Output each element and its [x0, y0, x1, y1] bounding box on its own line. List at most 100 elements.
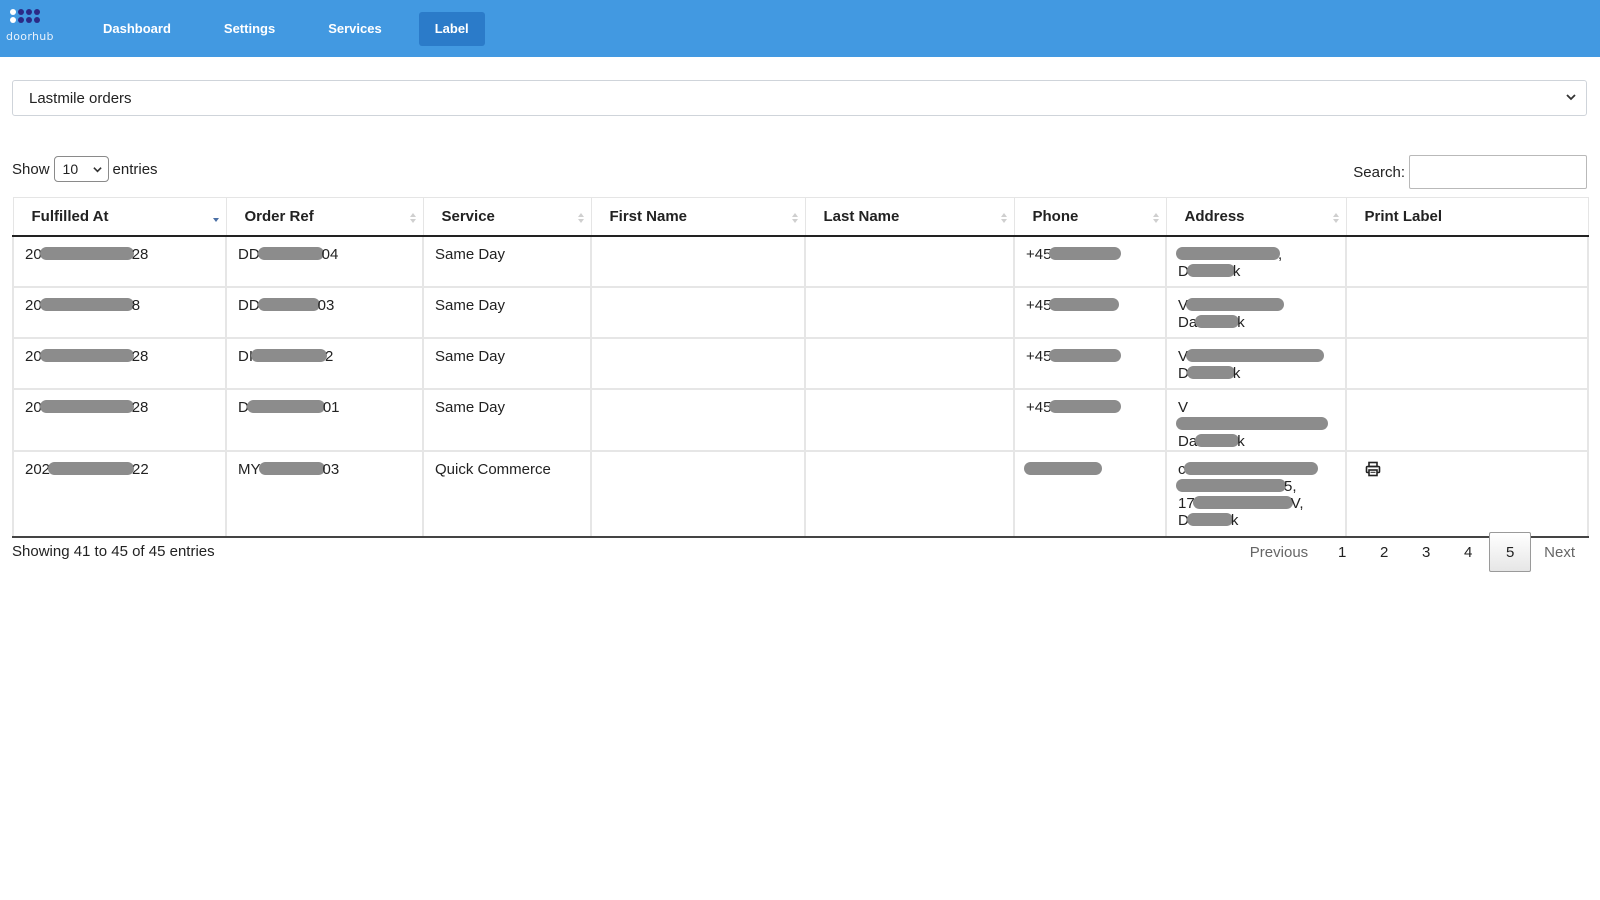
sort-both-icon [791, 213, 798, 223]
redaction-mask [1195, 314, 1240, 328]
search-label: Search: [1353, 163, 1405, 181]
redaction-mask [1186, 365, 1235, 379]
search-input[interactable] [1409, 155, 1587, 189]
cell-address: ,Dk [1165, 235, 1346, 288]
chevron-down-icon [1566, 94, 1576, 101]
top-navbar: doorhub Dashboard Settings Services Labe… [0, 0, 1600, 57]
table-info: Showing 41 to 45 of 45 entries [12, 543, 215, 560]
redaction-mask [1049, 246, 1122, 260]
cell-service: Quick Commerce [422, 450, 591, 538]
cell-fulfilled-at: 20 28 [12, 235, 226, 288]
table-row: 20 28 DD 04 Same Day +45 ,Dk [12, 235, 1589, 288]
cell-print-label [1345, 388, 1589, 452]
pagination-next[interactable]: Next [1531, 532, 1588, 572]
redaction-mask [1186, 297, 1285, 311]
cell-address: VDk [1165, 337, 1346, 390]
column-header-last-name[interactable]: Last Name [804, 197, 1014, 237]
sort-both-icon [1332, 213, 1339, 223]
redaction-mask [39, 399, 134, 413]
nav-label[interactable]: Label [418, 11, 485, 46]
redaction-mask [257, 246, 324, 260]
cell-address: c 5, 17 V, Dk [1165, 450, 1346, 538]
entries-length-value: 10 [62, 161, 79, 177]
show-label: Show [12, 160, 50, 178]
redaction-mask [1176, 246, 1280, 260]
printer-icon[interactable] [1365, 461, 1381, 477]
entries-length-select[interactable]: 10 [53, 156, 109, 182]
cell-first-name [590, 450, 805, 538]
cell-last-name [804, 337, 1014, 390]
redaction-mask [48, 461, 135, 475]
pagination-previous[interactable]: Previous [1237, 532, 1321, 572]
cell-print-label [1345, 235, 1589, 288]
cell-phone [1013, 450, 1166, 538]
cell-order-ref: DD 03 [225, 286, 423, 339]
redaction-mask [39, 348, 134, 362]
cell-fulfilled-at: 20 8 [12, 286, 226, 339]
entries-label: entries [112, 160, 158, 178]
redaction-mask [1186, 348, 1325, 362]
cell-first-name [590, 286, 805, 339]
cell-last-name [804, 388, 1014, 452]
redaction-mask [1186, 512, 1233, 526]
redaction-mask [1183, 461, 1318, 475]
cell-phone: +45 [1013, 337, 1166, 390]
column-header-service[interactable]: Service [422, 197, 591, 237]
brand-name: doorhub [6, 30, 54, 43]
search-control: Search: [1353, 155, 1587, 189]
cell-order-ref: DI 2 [225, 337, 423, 390]
column-header-order-ref[interactable]: Order Ref [225, 197, 423, 237]
pagination-page-5[interactable]: 5 [1489, 532, 1532, 572]
redaction-mask [1049, 399, 1122, 413]
cell-print-label [1345, 337, 1589, 390]
cell-service: Same Day [422, 286, 591, 339]
sort-both-icon [1152, 213, 1159, 223]
cell-phone: +45 [1013, 235, 1166, 288]
table-header-row: Fulfilled At Order Ref Service First Nam… [12, 197, 1589, 237]
cell-service: Same Day [422, 337, 591, 390]
table-row: 20 28 D 01 Same Day +45 V Da k [12, 388, 1589, 452]
cell-print-label [1345, 450, 1589, 538]
column-header-phone[interactable]: Phone [1013, 197, 1166, 237]
column-header-fulfilled-at[interactable]: Fulfilled At [12, 197, 226, 237]
logo-dots-icon [10, 9, 46, 25]
sort-both-icon [577, 213, 584, 223]
redaction-mask [1049, 297, 1120, 311]
orders-table: Fulfilled At Order Ref Service First Nam… [12, 197, 1589, 538]
cell-phone: +45 [1013, 286, 1166, 339]
pagination-page-2[interactable]: 2 [1363, 532, 1405, 572]
cell-service: Same Day [422, 235, 591, 288]
column-header-first-name[interactable]: First Name [590, 197, 805, 237]
order-type-select[interactable]: Lastmile orders [12, 80, 1587, 116]
cell-order-ref: D 01 [225, 388, 423, 452]
pagination-page-1[interactable]: 1 [1321, 532, 1363, 572]
redaction-mask [39, 246, 134, 260]
table-row: 20 28 DI 2 Same Day +45 VDk [12, 337, 1589, 390]
cell-last-name [804, 286, 1014, 339]
chevron-down-icon [92, 167, 102, 173]
brand-logo[interactable]: doorhub [5, 0, 57, 57]
redaction-mask [39, 297, 134, 311]
column-header-address[interactable]: Address [1165, 197, 1346, 237]
order-type-select-value: Lastmile orders [29, 89, 132, 107]
cell-service: Same Day [422, 388, 591, 452]
redaction-mask [1195, 433, 1240, 447]
redaction-mask [1186, 263, 1235, 277]
redaction-mask [1176, 478, 1286, 492]
sort-both-icon [409, 213, 416, 223]
redaction-mask [1176, 416, 1328, 430]
nav-settings[interactable]: Settings [208, 12, 291, 46]
pagination-page-3[interactable]: 3 [1405, 532, 1447, 572]
redaction-mask [1024, 461, 1102, 475]
redaction-mask [258, 461, 325, 475]
cell-last-name [804, 235, 1014, 288]
cell-fulfilled-at: 20 28 [12, 337, 226, 390]
cell-first-name [590, 337, 805, 390]
nav-services[interactable]: Services [312, 12, 398, 46]
nav-dashboard[interactable]: Dashboard [87, 12, 187, 46]
pagination-page-4[interactable]: 4 [1447, 532, 1489, 572]
sort-both-icon [1000, 213, 1007, 223]
cell-first-name [590, 388, 805, 452]
cell-print-label [1345, 286, 1589, 339]
pagination: Previous 1 2 3 4 5 Next [1237, 532, 1588, 572]
